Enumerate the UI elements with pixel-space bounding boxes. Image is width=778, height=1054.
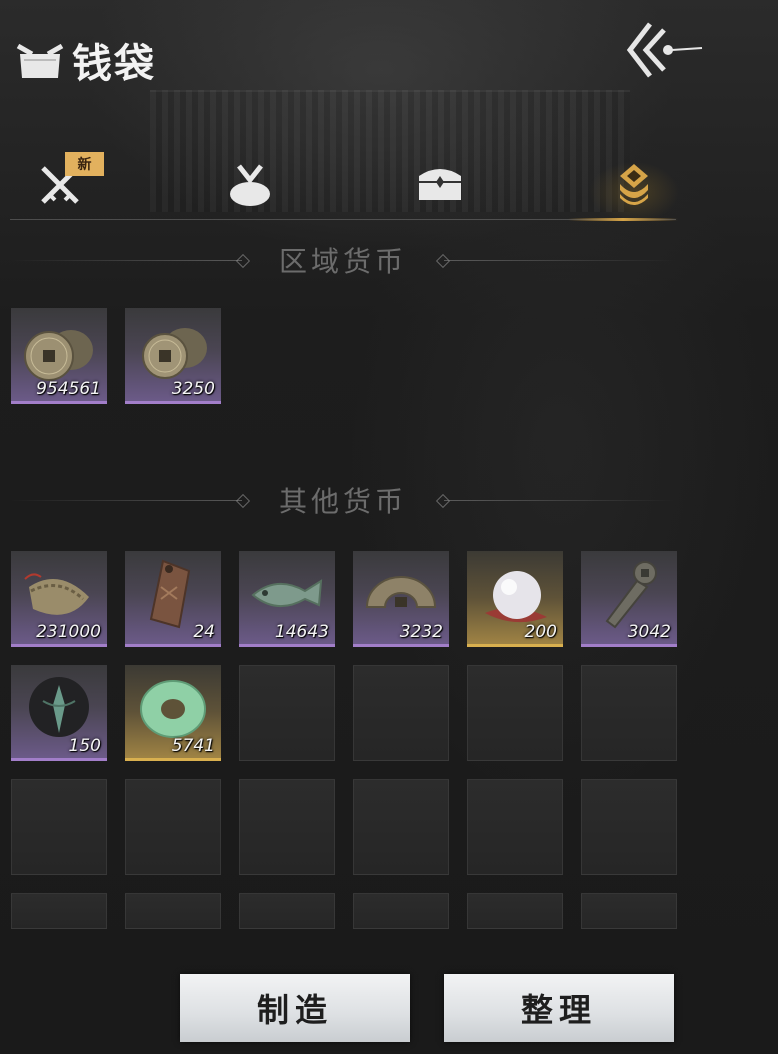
sort-button[interactable]: 整理	[444, 974, 674, 1042]
page-title: 钱袋	[72, 40, 156, 87]
divider-line	[444, 260, 676, 261]
tab-bundle[interactable]	[200, 150, 300, 220]
pouch-icon	[16, 43, 64, 78]
bronze-token-icon	[149, 559, 191, 629]
tab-currency[interactable]	[584, 150, 684, 220]
divider-line	[10, 500, 242, 501]
copper-coins-icon	[24, 330, 93, 381]
empty-slot	[467, 893, 563, 929]
empty-slot	[353, 665, 449, 761]
empty-slot	[353, 779, 449, 875]
cloth-bundle-icon	[230, 164, 270, 206]
item-quantity: 150	[68, 736, 101, 756]
coin-string-icon	[24, 573, 89, 615]
divider-line	[444, 500, 676, 501]
divider-diamond	[435, 253, 451, 269]
divider-diamond	[235, 493, 251, 509]
empty-slot	[581, 779, 677, 875]
currency-slot-jade-fish[interactable]: 14643	[239, 551, 335, 647]
divider-diamond	[235, 253, 251, 269]
back-arrows-icon[interactable]	[620, 18, 704, 82]
empty-slot	[239, 665, 335, 761]
currency-slot-copper-coins[interactable]: 3250	[125, 308, 221, 404]
tab-chest[interactable]	[390, 150, 490, 220]
item-quantity: 3250	[171, 379, 215, 399]
half-coin-icon	[365, 576, 437, 608]
section-title-regional: 区域货币	[278, 245, 407, 278]
coin-stack-icon	[620, 164, 648, 205]
empty-slot	[11, 779, 107, 875]
empty-slot	[125, 779, 221, 875]
empty-slot	[467, 665, 563, 761]
item-quantity: 200	[524, 622, 557, 642]
section-header-other: 其他货币	[10, 480, 676, 520]
item-quantity: 3232	[399, 622, 443, 642]
copper-coins-icon	[142, 328, 207, 379]
active-tab-indicator	[568, 218, 678, 221]
empty-slot	[353, 893, 449, 929]
item-quantity: 14643	[274, 622, 329, 642]
empty-slot	[125, 893, 221, 929]
divider-line	[10, 260, 242, 261]
empty-slot	[239, 779, 335, 875]
empty-slot	[581, 893, 677, 929]
sort-button-label: 整理	[520, 991, 597, 1029]
treasure-chest-icon	[419, 169, 461, 200]
currency-slot-knife-coin[interactable]: 3042	[581, 551, 677, 647]
divider-diamond	[435, 493, 451, 509]
currency-slot-pearl[interactable]: 200	[467, 551, 563, 647]
pearl-icon	[485, 571, 547, 623]
empty-slot	[467, 779, 563, 875]
item-quantity: 5741	[171, 736, 215, 756]
tab-weapons[interactable]: 新	[10, 150, 110, 220]
category-tabs: 新	[10, 150, 684, 222]
currency-slot-bronze-token[interactable]: 24	[125, 551, 221, 647]
dark-emblem-icon	[29, 677, 89, 737]
jade-ring-icon	[140, 680, 206, 738]
currency-slot-jade-ring[interactable]: 5741	[125, 665, 221, 761]
section-title-other: 其他货币	[278, 485, 407, 518]
item-quantity: 231000	[36, 622, 101, 642]
new-badge: 新	[65, 152, 104, 176]
currency-slot-coin-string[interactable]: 231000	[11, 551, 107, 647]
currency-slot-dark-emblem[interactable]: 150	[11, 665, 107, 761]
currency-slot-copper-coins[interactable]: 954561	[11, 308, 107, 404]
item-quantity: 24	[193, 622, 215, 642]
knife-coin-icon	[605, 561, 657, 629]
header: 钱袋	[14, 30, 156, 90]
empty-slot	[239, 893, 335, 929]
currency-slot-half-coin[interactable]: 3232	[353, 551, 449, 647]
section-header-regional: 区域货币	[10, 240, 676, 280]
jade-fish-icon	[251, 579, 323, 607]
item-quantity: 3042	[627, 622, 671, 642]
item-quantity: 954561	[36, 379, 101, 399]
empty-slot	[581, 665, 677, 761]
craft-button[interactable]: 制造	[180, 974, 410, 1042]
empty-slot	[11, 893, 107, 929]
craft-button-label: 制造	[256, 991, 333, 1029]
